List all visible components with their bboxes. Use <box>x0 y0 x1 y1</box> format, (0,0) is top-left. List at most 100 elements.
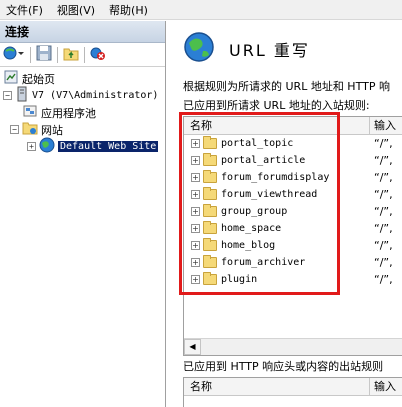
expand-icon[interactable]: + <box>191 139 200 148</box>
content-panel: URL 重写 根据规则为所请求的 URL 地址和 HTTP 响 已应用到所请求 … <box>167 21 402 407</box>
toolbar-separator <box>84 46 85 63</box>
rule-name-cell: + portal_article <box>184 153 370 166</box>
outbound-rules-grid: 名称 输入 <box>183 377 402 407</box>
rule-name-cell: + group_group <box>184 204 370 217</box>
expand-icon[interactable]: + <box>191 275 200 284</box>
table-row[interactable]: + home_blog “/”, <box>184 237 402 254</box>
rule-name-cell: + forum_archiver <box>184 255 370 268</box>
rule-name: forum_forumdisplay <box>221 172 330 183</box>
folder-up-icon[interactable] <box>63 45 79 64</box>
menu-bar: 文件(F) 视图(V) 帮助(H) <box>0 0 402 20</box>
tree-item-start-page[interactable]: 起始页 <box>0 70 165 87</box>
grid-header: 名称 输入 <box>184 378 402 396</box>
toolbar-separator <box>57 46 58 63</box>
table-row[interactable]: + group_group “/”, <box>184 203 402 220</box>
tree-item-label: 起始页 <box>22 72 55 86</box>
rule-name: forum_viewthread <box>221 189 318 200</box>
table-row[interactable]: + forum_archiver “/”, <box>184 254 402 271</box>
rule-name: portal_topic <box>221 138 294 149</box>
globe-icon <box>183 31 215 66</box>
expand-icon[interactable]: + <box>191 173 200 182</box>
collapse-icon[interactable]: − <box>3 91 12 100</box>
expand-icon[interactable]: + <box>191 190 200 199</box>
horizontal-scrollbar[interactable]: ◀ <box>184 338 402 355</box>
expand-icon[interactable]: + <box>191 156 200 165</box>
tree-item-app-pools[interactable]: 应用程序池 <box>0 104 165 121</box>
connections-tree: 起始页 − V7 (V7\Administrator) 应用程序池 − 网站 + <box>0 67 165 155</box>
rule-input: “/”, <box>374 171 393 184</box>
grid-header: 名称 输入 <box>184 117 402 135</box>
outbound-rules-label: 已应用到 HTTP 响应头或内容的出站规则 <box>183 360 384 373</box>
expand-icon[interactable]: + <box>191 241 200 250</box>
table-row[interactable]: + forum_forumdisplay “/”, <box>184 169 402 186</box>
tree-item-label: Default Web Site <box>58 141 159 152</box>
menu-file[interactable]: 文件(F) <box>6 2 43 18</box>
rule-input: “/”, <box>374 256 393 269</box>
scroll-left-icon[interactable]: ◀ <box>184 339 201 355</box>
sites-folder-icon <box>22 121 38 138</box>
expand-icon[interactable]: + <box>191 258 200 267</box>
folder-icon <box>203 136 217 149</box>
connections-toolbar <box>0 43 165 67</box>
folder-icon <box>203 221 217 234</box>
tree-item-label: V7 (V7\Administrator) <box>32 90 159 101</box>
rule-name: plugin <box>221 274 258 285</box>
rule-name-cell: + home_blog <box>184 238 370 251</box>
rule-name: home_space <box>221 223 282 234</box>
rule-name-cell: + home_space <box>184 221 370 234</box>
rule-input: “/”, <box>374 154 393 167</box>
toolbar-separator <box>30 46 31 63</box>
rule-input: “/”, <box>374 239 393 252</box>
feature-description: 根据规则为所请求的 URL 地址和 HTTP 响 <box>183 80 390 93</box>
rule-input: “/”, <box>374 273 393 286</box>
rule-name-cell: + plugin <box>184 272 370 285</box>
column-header-name[interactable]: 名称 <box>184 378 370 395</box>
table-row[interactable]: + portal_topic “/”, <box>184 135 402 152</box>
expand-icon[interactable]: + <box>191 207 200 216</box>
tree-item-label: 网站 <box>41 123 63 137</box>
table-row[interactable]: + home_space “/”, <box>184 220 402 237</box>
collapse-icon[interactable]: − <box>10 125 19 134</box>
rule-name-cell: + forum_viewthread <box>184 187 370 200</box>
folder-icon <box>203 187 217 200</box>
expand-icon[interactable]: + <box>191 224 200 233</box>
connect-icon[interactable] <box>3 45 25 64</box>
save-icon[interactable] <box>36 45 52 64</box>
tree-item-sites[interactable]: − 网站 <box>0 121 165 138</box>
column-header-input[interactable]: 输入 <box>370 117 396 134</box>
menu-help[interactable]: 帮助(H) <box>109 2 148 18</box>
rule-input: “/”, <box>374 137 393 150</box>
folder-icon <box>203 255 217 268</box>
table-row[interactable]: + forum_viewthread “/”, <box>184 186 402 203</box>
rule-name: home_blog <box>221 240 276 251</box>
rule-name: forum_archiver <box>221 257 306 268</box>
connections-panel: 连接 起始页 − V7 (V7\Administrator) 应用程序池 − 网… <box>0 21 166 407</box>
folder-icon <box>203 204 217 217</box>
tree-item-default-web-site[interactable]: + Default Web Site <box>0 137 165 155</box>
connections-header: 连接 <box>0 21 165 43</box>
column-header-name[interactable]: 名称 <box>184 117 370 134</box>
expand-icon[interactable]: + <box>27 142 36 151</box>
menu-view[interactable]: 视图(V) <box>57 2 95 18</box>
table-row[interactable]: + plugin “/”, <box>184 271 402 288</box>
rule-input: “/”, <box>374 222 393 235</box>
feature-header: URL 重写 <box>183 31 310 66</box>
column-header-input[interactable]: 输入 <box>370 378 396 395</box>
rule-name: group_group <box>221 206 288 217</box>
folder-icon <box>203 153 217 166</box>
rule-list: + portal_topic “/”, + portal_article “/”, + for… <box>184 135 402 288</box>
rule-name-cell: + portal_topic <box>184 136 370 149</box>
tree-item-server[interactable]: − V7 (V7\Administrator) <box>0 86 165 104</box>
app-pool-icon <box>22 103 38 122</box>
folder-icon <box>203 238 217 251</box>
table-row[interactable]: + portal_article “/”, <box>184 152 402 169</box>
folder-icon <box>203 170 217 183</box>
inbound-rules-label: 已应用到所请求 URL 地址的入站规则: <box>183 99 370 112</box>
rule-input: “/”, <box>374 205 393 218</box>
tree-item-label: 应用程序池 <box>41 106 96 120</box>
disconnect-icon[interactable] <box>90 45 106 64</box>
folder-icon <box>203 272 217 285</box>
inbound-rules-grid: 名称 输入 + portal_topic “/”, + portal_article “/… <box>183 116 402 356</box>
rule-name: portal_article <box>221 155 306 166</box>
rule-input: “/”, <box>374 188 393 201</box>
